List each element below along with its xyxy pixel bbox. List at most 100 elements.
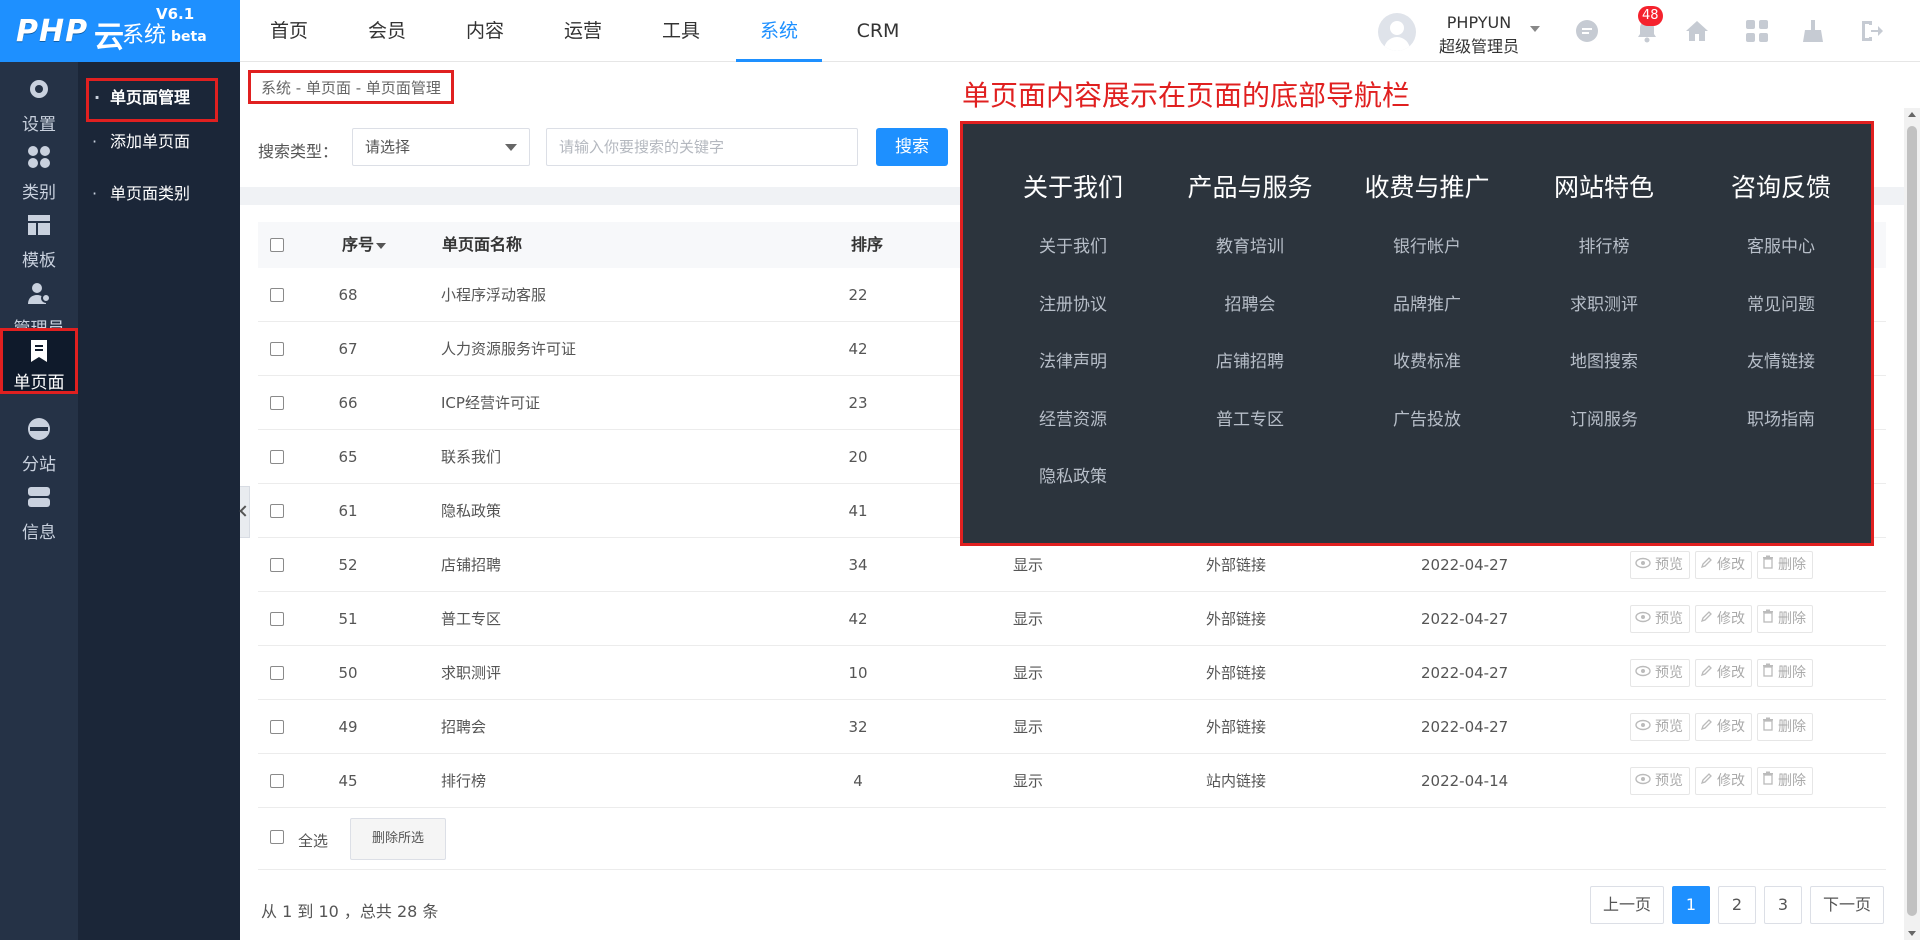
top-nav-item[interactable]: 会员	[338, 0, 436, 62]
scroll-down-icon[interactable]	[1908, 931, 1916, 936]
column-id-label: 序号	[342, 235, 375, 254]
broom-icon[interactable]	[1800, 18, 1826, 44]
edit-button[interactable]: 修改	[1695, 605, 1752, 633]
chat-icon[interactable]	[1574, 18, 1600, 44]
footer-link[interactable]: 店铺招聘	[1170, 347, 1330, 372]
footer-link[interactable]: 银行帐户	[1347, 232, 1507, 257]
top-nav-item[interactable]: CRM	[828, 0, 928, 62]
avatar[interactable]	[1378, 13, 1416, 51]
footer-link[interactable]: 客服中心	[1701, 232, 1861, 257]
delete-button[interactable]: 删除	[1757, 551, 1813, 579]
top-nav-item[interactable]: 首页	[240, 0, 338, 62]
row-sort: 32	[848, 718, 868, 736]
footer-link[interactable]: 注册协议	[993, 290, 1153, 315]
top-header: PHP 云 系统 V6.1 beta 首页 会员 内容 运营 工具 系统 CRM PHPYU…	[0, 0, 1920, 62]
row-checkbox[interactable]	[270, 774, 284, 788]
scroll-thumb[interactable]	[1907, 126, 1917, 916]
row-status: 显示	[1013, 556, 1044, 574]
edit-button[interactable]: 修改	[1695, 767, 1752, 795]
row-sort: 41	[848, 502, 868, 520]
delete-button[interactable]: 删除	[1757, 605, 1813, 633]
delete-selected-button[interactable]: 删除所选	[350, 818, 446, 860]
top-nav-item[interactable]: 内容	[436, 0, 534, 62]
edit-label: 修改	[1717, 719, 1745, 735]
edit-button[interactable]: 修改	[1695, 713, 1752, 741]
top-nav-item[interactable]: 系统	[730, 0, 828, 62]
preview-button[interactable]: 预览	[1630, 659, 1690, 687]
sidebar-item[interactable]: 信息	[0, 470, 78, 550]
footer-link[interactable]: 订阅服务	[1524, 405, 1684, 430]
preview-button[interactable]: 预览	[1630, 767, 1690, 795]
sidebar-item[interactable]: 单页面	[0, 328, 78, 394]
footer-link[interactable]: 教育培训	[1170, 232, 1330, 257]
footer-link[interactable]: 收费标准	[1347, 347, 1507, 372]
row-checkbox[interactable]	[270, 450, 284, 464]
preview-button[interactable]: 预览	[1630, 713, 1690, 741]
footer-link[interactable]: 地图搜索	[1524, 347, 1684, 372]
footer-link[interactable]: 广告投放	[1347, 405, 1507, 430]
collapse-sidebar-handle[interactable]	[240, 486, 250, 538]
search-button[interactable]: 搜索	[876, 128, 948, 166]
footer-link[interactable]: 友情链接	[1701, 347, 1861, 372]
footer-link[interactable]: 招聘会	[1170, 290, 1330, 315]
sub-menu: 单页面管理 添加单页面 单页面类别	[78, 62, 240, 940]
search-input[interactable]	[546, 128, 858, 166]
home-icon[interactable]	[1684, 18, 1710, 44]
footer-link[interactable]: 常见问题	[1701, 290, 1861, 315]
vertical-scrollbar[interactable]	[1904, 108, 1920, 940]
top-nav-item[interactable]: 运营	[534, 0, 632, 62]
apps-icon[interactable]	[1744, 18, 1770, 44]
row-checkbox[interactable]	[270, 342, 284, 356]
row-checkbox[interactable]	[270, 396, 284, 410]
footer-link[interactable]: 排行榜	[1524, 232, 1684, 257]
column-sort-header: 排序	[851, 235, 884, 254]
trash-icon	[1762, 606, 1778, 632]
preview-button[interactable]: 预览	[1630, 551, 1690, 579]
footer-link[interactable]: 法律声明	[993, 347, 1153, 372]
footer-link[interactable]: 职场指南	[1701, 405, 1861, 430]
page-button[interactable]: 3	[1764, 886, 1803, 924]
row-checkbox[interactable]	[270, 558, 284, 572]
next-page-button[interactable]: 下一页	[1810, 886, 1885, 924]
row-link-type: 外部链接	[1206, 664, 1267, 682]
page-button[interactable]: 2	[1718, 886, 1757, 924]
row-checkbox[interactable]	[270, 288, 284, 302]
column-id-header[interactable]: 序号	[342, 222, 387, 268]
sort-down-icon[interactable]	[376, 242, 387, 249]
page-button[interactable]: 1	[1672, 886, 1711, 924]
delete-button[interactable]: 删除	[1757, 767, 1813, 795]
footer-link[interactable]: 经营资源	[993, 405, 1153, 430]
row-checkbox[interactable]	[270, 612, 284, 626]
edit-button[interactable]: 修改	[1695, 659, 1752, 687]
submenu-page-category[interactable]: 单页面类别	[78, 176, 240, 212]
delete-button[interactable]: 删除	[1757, 659, 1813, 687]
footer-link[interactable]: 普工专区	[1170, 405, 1330, 430]
table-row: 45 排行榜 4 显示 站内链接 2022-04-14 预览 修改 删除	[258, 754, 1886, 808]
user-dropdown-caret-icon[interactable]	[1530, 26, 1540, 32]
row-checkbox[interactable]	[270, 666, 284, 680]
prev-page-button[interactable]: 上一页	[1590, 886, 1665, 924]
header-checkbox[interactable]	[270, 238, 284, 252]
logo-php-text: PHP	[16, 14, 89, 49]
scroll-up-icon[interactable]	[1908, 112, 1916, 117]
submenu-add-page[interactable]: 添加单页面	[78, 124, 240, 160]
edit-button[interactable]: 修改	[1695, 551, 1752, 579]
server-icon	[26, 484, 52, 510]
logout-icon[interactable]	[1858, 18, 1884, 44]
delete-button[interactable]: 删除	[1757, 713, 1813, 741]
footer-link[interactable]: 品牌推广	[1347, 290, 1507, 315]
edit-label: 修改	[1717, 665, 1745, 681]
submenu-page-manage[interactable]: 单页面管理	[86, 78, 218, 122]
pencil-icon	[1700, 552, 1717, 578]
search-type-select[interactable]: 请选择	[352, 128, 530, 166]
logo[interactable]: PHP 云 系统 V6.1 beta	[0, 0, 240, 62]
select-all-checkbox[interactable]	[270, 830, 284, 844]
footer-link[interactable]: 求职测评	[1524, 290, 1684, 315]
row-link-type: 外部链接	[1206, 556, 1267, 574]
row-checkbox[interactable]	[270, 720, 284, 734]
footer-link[interactable]: 隐私政策	[993, 462, 1153, 487]
top-nav-item[interactable]: 工具	[632, 0, 730, 62]
row-checkbox[interactable]	[270, 504, 284, 518]
footer-link[interactable]: 关于我们	[993, 232, 1153, 257]
preview-button[interactable]: 预览	[1630, 605, 1690, 633]
